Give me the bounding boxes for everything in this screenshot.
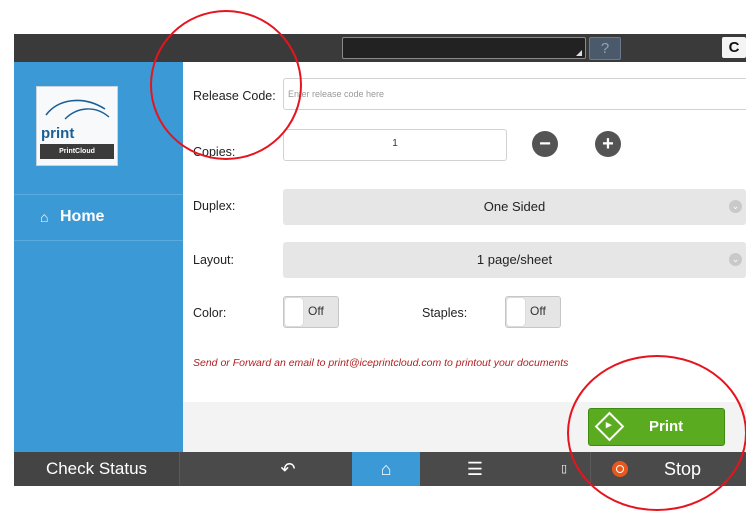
color-label: Color: [193, 306, 227, 320]
cloud-swoosh-icon [45, 99, 110, 120]
logo-tagline: PrintCloud [40, 144, 114, 159]
resize-corner-icon [576, 50, 582, 56]
sidebar-item-label: Home [60, 208, 105, 225]
divider [14, 194, 183, 195]
sidebar: print PrintCloud ⌂ Home [14, 62, 183, 452]
chevron-down-icon: ⌄ [729, 200, 742, 213]
staples-label: Staples: [422, 306, 468, 320]
copies-field[interactable]: 1 [283, 129, 507, 161]
home-icon: ⌂ [380, 459, 392, 479]
menu-button[interactable]: ☰ [458, 452, 492, 486]
power-icon: C [728, 39, 740, 56]
back-button[interactable]: ↶ [268, 452, 308, 486]
duplex-value: One Sided [483, 199, 546, 214]
staples-toggle[interactable]: Off [505, 296, 561, 328]
menu-icon: ☰ [466, 459, 484, 479]
back-arrow-icon: ↶ [280, 459, 296, 479]
divider [14, 240, 183, 241]
release-code-placeholder: Enter release code here [288, 89, 385, 99]
help-button[interactable]: ? [589, 37, 621, 60]
sidebar-item-home[interactable]: ⌂ Home [14, 196, 183, 238]
color-toggle[interactable]: Off [283, 296, 339, 328]
decrease-copies-button[interactable]: − [532, 131, 558, 157]
plus-icon: + [602, 133, 614, 155]
minus-icon: − [539, 133, 551, 155]
layout-select[interactable]: 1 page/sheet ⌄ [283, 242, 746, 278]
home-icon: ⌂ [40, 209, 49, 225]
color-toggle-state: Off [308, 304, 324, 318]
annotation-circle [567, 355, 746, 511]
chevron-down-icon: ⌄ [729, 253, 742, 266]
staples-toggle-state: Off [530, 304, 546, 318]
toggle-knob [507, 298, 525, 326]
power-button[interactable]: C [722, 37, 746, 58]
home-button[interactable]: ⌂ [352, 452, 420, 486]
printcloud-logo: print PrintCloud [36, 86, 118, 166]
toggle-knob [285, 298, 303, 326]
check-status-button[interactable]: Check Status [14, 452, 179, 486]
copies-value: 1 [392, 138, 398, 149]
increase-copies-button[interactable]: + [595, 131, 621, 157]
duplex-select[interactable]: One Sided ⌄ [283, 189, 746, 225]
layout-label: Layout: [193, 253, 235, 267]
release-code-input[interactable]: Enter release code here [283, 78, 746, 110]
email-instructions: Send or Forward an email to print@icepri… [193, 357, 569, 369]
logo-word: print [41, 125, 75, 142]
annotation-circle [150, 10, 302, 160]
duplex-label: Duplex: [193, 199, 236, 213]
status-field[interactable] [342, 37, 586, 59]
layout-value: 1 page/sheet [476, 252, 553, 267]
divider [179, 452, 180, 486]
top-bar: ? C [14, 34, 746, 62]
